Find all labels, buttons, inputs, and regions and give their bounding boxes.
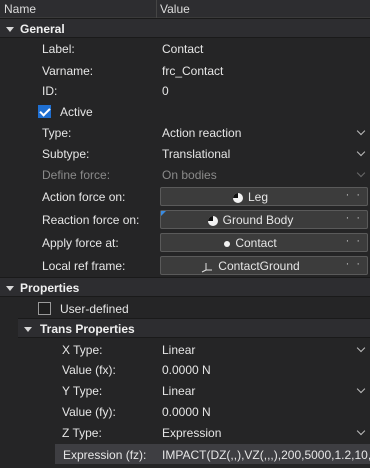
browse-button[interactable]: · · bbox=[346, 212, 362, 224]
y-type-key: Y Type: bbox=[62, 384, 103, 398]
row-expression-fz[interactable]: Expression (fz): IMPACT(DZ(,,),VZ(,,,),2… bbox=[55, 444, 370, 464]
type-key: Type: bbox=[42, 126, 72, 140]
x-type-select[interactable]: Linear bbox=[162, 343, 195, 357]
varname-value[interactable]: frc_Contact bbox=[162, 64, 223, 78]
properties-panel: Name Value General Label: Contact Varnam… bbox=[0, 0, 370, 468]
subtype-key: Subtype: bbox=[42, 147, 90, 161]
row-reaction-force[interactable]: Reaction force on: Ground Body · · bbox=[0, 209, 370, 230]
apply-force-key: Apply force at: bbox=[42, 236, 119, 250]
z-type-select[interactable]: Expression bbox=[162, 426, 221, 440]
chevron-down-icon[interactable] bbox=[356, 343, 366, 353]
row-subtype[interactable]: Subtype: Translational bbox=[0, 143, 370, 164]
chevron-down-icon[interactable] bbox=[356, 126, 366, 136]
action-force-key: Action force on: bbox=[42, 190, 126, 204]
column-header: Name Value bbox=[0, 0, 370, 18]
subtype-select[interactable]: Translational bbox=[162, 147, 230, 161]
body-half-sphere-icon bbox=[207, 215, 218, 226]
value-fy-input[interactable]: 0.0000 N bbox=[162, 405, 211, 419]
row-define-force: Define force: On bodies bbox=[0, 164, 370, 185]
row-id: ID: 0 bbox=[0, 80, 370, 101]
row-action-force[interactable]: Action force on: Leg · · bbox=[0, 186, 370, 207]
row-z-type[interactable]: Z Type: Expression bbox=[0, 422, 370, 443]
frame-axes-icon bbox=[202, 262, 213, 273]
reaction-force-value: Ground Body bbox=[222, 213, 294, 227]
define-force-key: Define force: bbox=[42, 168, 111, 182]
row-apply-force[interactable]: Apply force at: Contact · · bbox=[0, 232, 370, 253]
id-key: ID: bbox=[42, 84, 58, 98]
local-ref-frame-picker[interactable]: ContactGround · · bbox=[160, 256, 368, 275]
active-checkbox[interactable] bbox=[38, 105, 51, 118]
column-divider[interactable] bbox=[156, 0, 157, 18]
row-value-fy[interactable]: Value (fy): 0.0000 N bbox=[0, 401, 370, 422]
type-select[interactable]: Action reaction bbox=[162, 126, 241, 140]
row-active[interactable]: Active bbox=[0, 101, 370, 122]
row-user-defined[interactable]: User-defined bbox=[0, 298, 370, 319]
value-fx-input[interactable]: 0.0000 N bbox=[162, 363, 211, 377]
section-trans-properties[interactable]: Trans Properties bbox=[18, 318, 370, 338]
section-trans-properties-title: Trans Properties bbox=[40, 322, 135, 336]
caret-down-icon[interactable] bbox=[6, 286, 14, 291]
row-type[interactable]: Type: Action reaction bbox=[0, 122, 370, 143]
value-fy-key: Value (fy): bbox=[62, 405, 116, 419]
user-defined-checkbox[interactable] bbox=[38, 302, 51, 315]
row-x-type[interactable]: X Type: Linear bbox=[0, 339, 370, 360]
chevron-down-icon[interactable] bbox=[356, 147, 366, 157]
label-key: Label: bbox=[42, 42, 75, 56]
y-type-select[interactable]: Linear bbox=[162, 384, 195, 398]
expression-fz-input[interactable]: IMPACT(DZ(,,),VZ(,,,),200,5000,1.2,10,0.… bbox=[162, 448, 370, 462]
value-fx-key: Value (fx): bbox=[62, 363, 116, 377]
section-properties-title: Properties bbox=[20, 281, 80, 295]
id-value: 0 bbox=[162, 84, 169, 98]
row-label[interactable]: Label: Contact bbox=[0, 38, 370, 59]
row-varname[interactable]: Varname: frc_Contact bbox=[0, 60, 370, 81]
body-half-sphere-icon bbox=[232, 192, 243, 203]
apply-force-value: Contact bbox=[235, 236, 277, 250]
define-force-select: On bodies bbox=[162, 168, 217, 182]
row-y-type[interactable]: Y Type: Linear bbox=[0, 380, 370, 401]
reaction-force-picker[interactable]: Ground Body · · bbox=[160, 210, 368, 229]
action-force-picker[interactable]: Leg · · bbox=[160, 187, 368, 206]
browse-button[interactable]: · · bbox=[346, 235, 362, 247]
apply-force-picker[interactable]: Contact · · bbox=[160, 233, 368, 252]
name-column-header[interactable]: Name bbox=[4, 2, 36, 16]
row-local-ref-frame[interactable]: Local ref frame: ContactGround · · bbox=[0, 255, 370, 276]
x-type-key: X Type: bbox=[62, 343, 103, 357]
expression-fz-key: Expression (fz): bbox=[63, 448, 147, 462]
varname-key: Varname: bbox=[42, 64, 94, 78]
section-properties[interactable]: Properties bbox=[0, 277, 370, 297]
section-general[interactable]: General bbox=[0, 18, 370, 38]
reaction-force-key: Reaction force on: bbox=[42, 213, 140, 227]
section-general-title: General bbox=[20, 22, 65, 36]
action-force-value: Leg bbox=[247, 190, 269, 204]
chevron-down-icon bbox=[356, 168, 366, 178]
label-value[interactable]: Contact bbox=[162, 42, 203, 56]
user-defined-label: User-defined bbox=[60, 302, 129, 316]
caret-down-icon[interactable] bbox=[6, 27, 14, 32]
local-ref-frame-value: ContactGround bbox=[218, 259, 300, 273]
chevron-down-icon[interactable] bbox=[356, 384, 366, 394]
active-label: Active bbox=[60, 105, 93, 119]
row-value-fx[interactable]: Value (fx): 0.0000 N bbox=[0, 359, 370, 380]
browse-button[interactable]: · · bbox=[346, 258, 362, 270]
value-column-header[interactable]: Value bbox=[160, 2, 190, 16]
browse-button[interactable]: · · bbox=[346, 189, 362, 201]
point-icon bbox=[224, 240, 231, 247]
local-ref-frame-key: Local ref frame: bbox=[42, 259, 126, 273]
z-type-key: Z Type: bbox=[62, 426, 102, 440]
caret-down-icon[interactable] bbox=[24, 327, 32, 332]
chevron-down-icon[interactable] bbox=[356, 426, 366, 436]
